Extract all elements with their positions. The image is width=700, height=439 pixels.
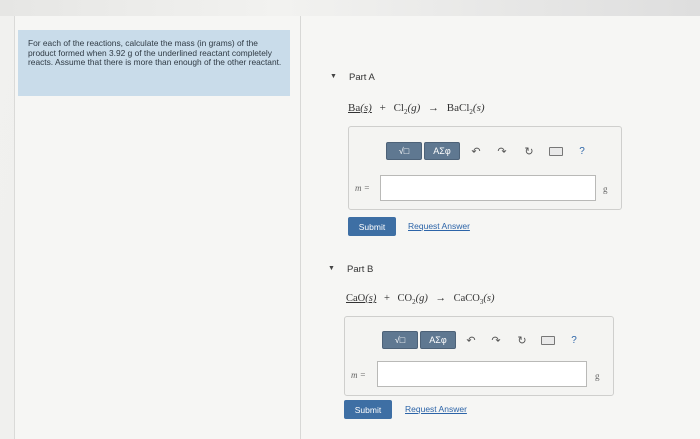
part-b-product: CaCO (453, 293, 480, 304)
part-b-arrow: → (435, 293, 446, 304)
part-b-help-button[interactable]: ? (567, 333, 581, 347)
part-a-equation: Ba(s) + Cl2(g) → BaCl2(s) (348, 102, 485, 117)
part-a-variable-label: m = (355, 183, 370, 193)
part-a-caret-down-icon[interactable]: ▼ (330, 73, 337, 80)
part-a-request-answer-link[interactable]: Request Answer (408, 221, 470, 231)
part-a-templates-button[interactable]: √□ (386, 142, 422, 160)
column-divider (300, 16, 301, 439)
part-a-help-button[interactable]: ? (575, 144, 589, 158)
part-b-answer-input[interactable] (377, 361, 587, 387)
part-b-plus: + (383, 293, 390, 304)
part-b-reactant2: CO (397, 293, 413, 304)
part-b-submit-button[interactable]: Submit (344, 400, 392, 419)
part-a-product: BaCl (446, 102, 470, 114)
part-b-templates-button[interactable]: √□ (382, 331, 418, 349)
part-a-answer-box: √□ ΑΣφ ↶ ↷ ↻ ? m = g (348, 126, 622, 210)
part-b-symbols-button[interactable]: ΑΣφ (420, 331, 456, 349)
problem-intro-text: For each of the reactions, calculate the… (28, 38, 282, 68)
part-a-unit-label: g (603, 184, 608, 194)
part-a-undo-icon[interactable]: ↶ (469, 144, 483, 158)
part-a-reset-icon[interactable]: ↻ (522, 144, 536, 158)
part-a-symbols-button[interactable]: ΑΣφ (424, 142, 460, 160)
part-b-variable-label: m = (351, 370, 366, 380)
part-a-reactant2: Cl (393, 102, 404, 114)
part-a-arrow: → (428, 102, 440, 114)
problem-intro: For each of the reactions, calculate the… (18, 30, 290, 96)
part-b-equation: CaO(s) + CO2(g) → CaCO3(s) (346, 293, 495, 307)
part-b-request-answer-link[interactable]: Request Answer (405, 404, 467, 414)
part-a-keyboard-icon[interactable] (549, 144, 563, 158)
part-b-answer-box: √□ ΑΣφ ↶ ↷ ↻ ? m = g (344, 316, 614, 396)
part-b-unit-label: g (595, 371, 600, 381)
part-a-answer-input[interactable] (380, 175, 596, 201)
top-strip (0, 0, 700, 16)
part-a-redo-icon[interactable]: ↷ (495, 144, 509, 158)
part-b-caret-down-icon[interactable]: ▼ (328, 265, 335, 272)
part-a-plus: + (379, 102, 386, 114)
part-b-title[interactable]: Part B (347, 264, 373, 275)
part-a-underlined-reactant: Ba(s) (348, 102, 372, 114)
part-b-keyboard-icon[interactable] (541, 333, 555, 347)
part-b-redo-icon[interactable]: ↷ (489, 333, 503, 347)
part-a-submit-button[interactable]: Submit (348, 217, 396, 236)
part-b-undo-icon[interactable]: ↶ (464, 333, 478, 347)
part-a-title[interactable]: Part A (349, 72, 375, 83)
part-b-reset-icon[interactable]: ↻ (515, 333, 529, 347)
part-b-underlined-reactant: CaO(s) (346, 293, 377, 304)
